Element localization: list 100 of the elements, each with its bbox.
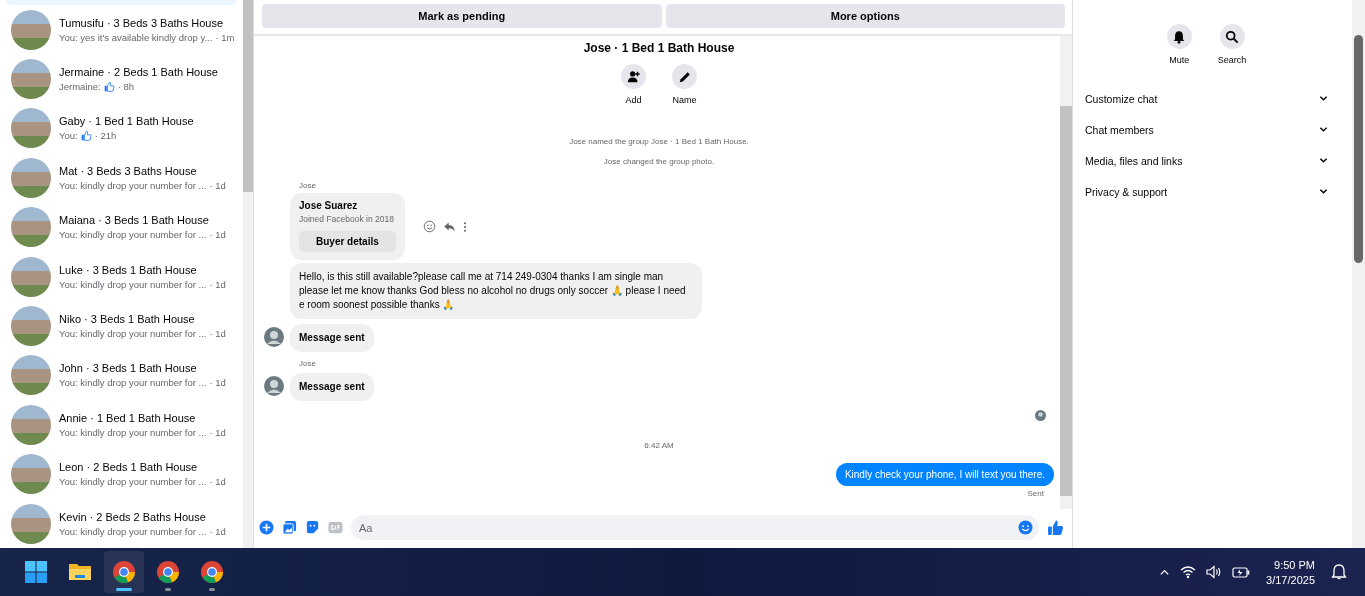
message-time: · 1d [209, 179, 226, 191]
message-preview: You: [59, 130, 78, 142]
scrollbar[interactable] [1352, 0, 1365, 548]
thumbs-up-icon[interactable] [1047, 519, 1064, 536]
chat-title: Jose · 1 Bed 1 Bath House [582, 41, 736, 55]
action-label: Mute [1169, 55, 1190, 65]
photo-placeholder [11, 59, 51, 100]
conversation-item[interactable]: Niko · 3 Beds 1 Bath House You: kindly drop your number for ... · 1d [0, 301, 243, 351]
conversation-title: Mat · 3 Beds 3 Baths House [59, 164, 198, 177]
conversation-item[interactable]: John · 3 Beds 1 Bath House You: kindly drop your number for ... · 1d [0, 350, 243, 401]
photo-placeholder [11, 355, 51, 396]
system-message: Jose named the group Jose · 1 Bed 1 Bath House. [568, 137, 750, 146]
buyer-details-button[interactable]: Buyer details [299, 231, 396, 252]
conversation-title: Annie · 1 Bed 1 Bath House [59, 411, 197, 424]
avatar-icon [264, 327, 284, 347]
conversation-item[interactable]: Annie · 1 Bed 1 Bath House You: kindly drop your number for ... · 1d [0, 400, 243, 450]
more-icon[interactable] [462, 220, 467, 233]
message-preview: You: kindly drop your number for ... [59, 229, 207, 241]
conversation-title: Tumusifu · 3 Beds 3 Baths House [59, 16, 225, 29]
conversation-title: John · 3 Beds 1 Bath House [59, 362, 198, 375]
action-button[interactable]: More options [665, 4, 1065, 28]
buyer-name: Jose Suarez [299, 200, 359, 211]
photo-placeholder [11, 306, 51, 347]
browser-icon [200, 560, 224, 584]
section-header[interactable]: Media, files and links [1085, 145, 1328, 176]
message-preview: You: kindly drop your number for ... [59, 426, 207, 438]
chevron-down-icon [1319, 156, 1328, 165]
action-label: Add [625, 95, 642, 105]
clock-time[interactable]: 9:50 PM [1274, 558, 1315, 571]
seen-avatar-icon [1035, 410, 1046, 421]
message-preview: You: kindly drop your number for ... [59, 328, 207, 340]
conversation-title: Niko · 3 Beds 1 Bath House [59, 313, 196, 326]
conversation-title: Kevin · 2 Beds 2 Baths House [59, 510, 207, 523]
section-header[interactable]: Privacy & support [1085, 176, 1328, 207]
add-person-icon [626, 69, 641, 84]
conversation-item[interactable]: Kevin · 2 Beds 2 Baths House You: kindly drop your number for ... · 1d [0, 498, 243, 548]
edit-name-button[interactable] [672, 64, 697, 89]
taskbar-app[interactable] [104, 551, 144, 593]
conversation-title: Gaby · 1 Bed 1 Bath House [59, 115, 194, 128]
message-time: · 1d [209, 328, 226, 340]
conversation-item[interactable]: Luke · 3 Beds 1 Bath House You: kindly drop your number for ... · 1d [0, 251, 243, 302]
section-header[interactable]: Customize chat [1085, 83, 1328, 114]
photo-placeholder [11, 9, 51, 50]
search-button[interactable] [1219, 24, 1245, 49]
clock-date[interactable]: 3/17/2025 [1266, 573, 1315, 586]
scrollbar[interactable] [1060, 36, 1072, 509]
thumbs-up-icon [103, 81, 115, 93]
message-preview: Jermaine: [59, 81, 101, 93]
message-time: · 1d [209, 229, 226, 241]
photo-placeholder [11, 157, 51, 198]
message-preview: You: kindly drop your number for ... [59, 525, 207, 537]
message-bubble: Message sent [290, 373, 374, 401]
wifi-icon[interactable] [1180, 565, 1197, 579]
message-bubble: Kindly check your phone, I will text you there. [835, 463, 1054, 486]
avatar-icon [264, 376, 284, 396]
system-message: Jose changed the group photo. [602, 157, 716, 166]
message-preview: You: kindly drop your number for ... [59, 278, 207, 290]
conversation-item[interactable]: Jermaine · 2 Beds 1 Bath House Jermaine: · 8h [0, 54, 243, 104]
windows-logo-icon [24, 560, 48, 584]
battery-icon[interactable] [1232, 565, 1251, 579]
browser-icon [156, 560, 180, 584]
conversation-title: Maiana · 3 Beds 1 Bath House [59, 214, 210, 227]
speaker-icon[interactable] [1206, 565, 1223, 579]
buyer-joined: Joined Facebook in 2018 [299, 214, 395, 224]
add-person-button[interactable] [621, 64, 646, 89]
mute-button[interactable] [1166, 24, 1192, 49]
section-header[interactable]: Chat members [1085, 114, 1328, 145]
message-preview: You: kindly drop your number for ... [59, 179, 207, 191]
reply-icon[interactable] [442, 220, 456, 233]
photo-icon[interactable] [282, 520, 297, 535]
photo-placeholder [11, 256, 51, 297]
conversation-item[interactable]: Tumusifu · 3 Beds 3 Baths House You: yes it's available kindly drop y... · 1m [0, 5, 243, 55]
browser-icon [112, 560, 136, 584]
photo-placeholder [11, 108, 51, 149]
sender-name: Jose [298, 359, 317, 368]
photo-placeholder [11, 404, 51, 445]
chevron-down-icon [1319, 94, 1328, 103]
plus-icon[interactable] [259, 520, 274, 535]
message-time: · 1m [215, 31, 235, 43]
chevron-down-icon [1319, 187, 1328, 196]
scrollbar[interactable] [243, 0, 253, 548]
conversation-item[interactable]: Maiana · 3 Beds 1 Bath House You: kindly drop your number for ... · 1d [0, 202, 243, 252]
action-label: Search [1217, 55, 1247, 65]
message-input[interactable]: Aa [351, 515, 1039, 540]
sticker-icon[interactable] [305, 520, 320, 535]
message-time: · 1d [209, 476, 226, 488]
conversation-item[interactable]: Gaby · 1 Bed 1 Bath House You: · 21h [0, 103, 243, 154]
conversation-item[interactable]: Leon · 2 Beds 1 Bath House You: kindly drop your number for ... · 1d [0, 449, 243, 499]
action-button[interactable]: Mark as pending [262, 4, 662, 28]
photo-placeholder [11, 503, 51, 544]
notification-bell-icon[interactable] [1331, 564, 1347, 580]
conversation-title: Luke · 3 Beds 1 Bath House [59, 263, 198, 276]
emoji-icon[interactable] [422, 220, 436, 233]
message-time: · 21h [94, 130, 117, 142]
emoji-icon[interactable] [1018, 520, 1033, 535]
conversation-item[interactable]: Mat · 3 Beds 3 Baths House You: kindly drop your number for ... · 1d [0, 153, 243, 203]
message-bubble: Message sent [290, 324, 374, 352]
message-preview: You: kindly drop your number for ... [59, 476, 207, 488]
sent-status: Sent [1026, 489, 1045, 498]
message-bubble: Hello, is this still available?please call me at 714 249-0304 thanks I am single man please let me know thanks God bless no alcohol no drugs only soccer 🙏 please I need e room soonest possible thanks 🙏 [290, 263, 702, 319]
